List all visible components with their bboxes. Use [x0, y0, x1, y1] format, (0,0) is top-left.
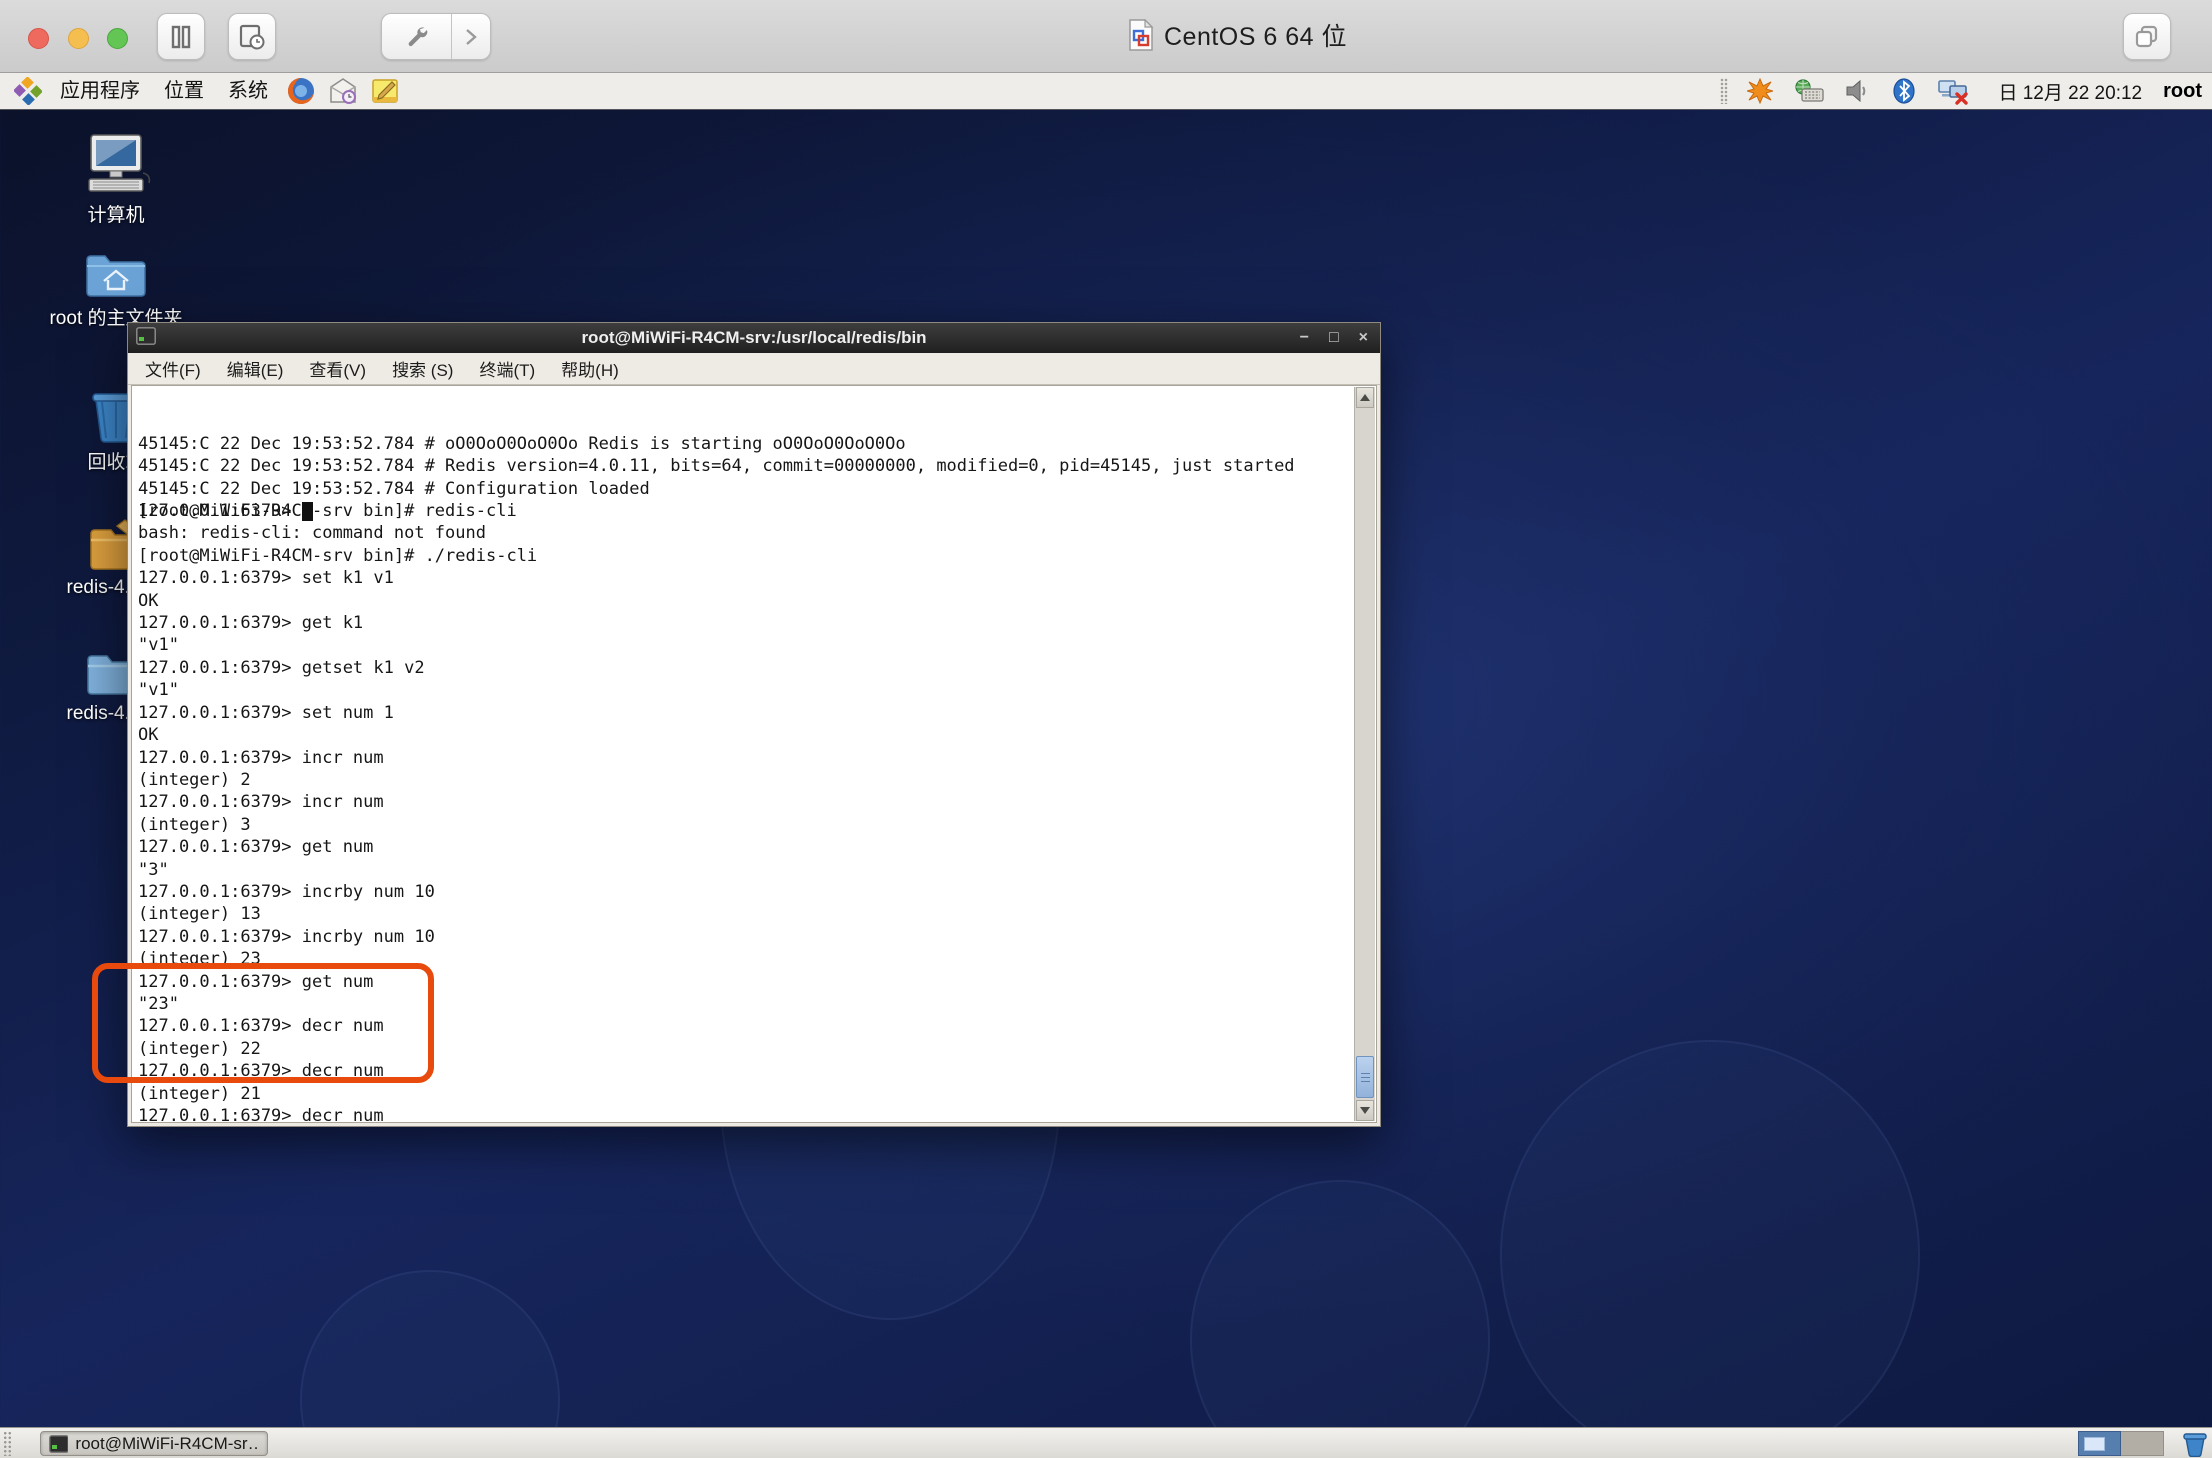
- home-folder-icon: [46, 250, 186, 300]
- terminal-output-line: 127.0.0.1:6379> set k1 v1: [138, 568, 394, 589]
- terminal-menubar: 文件(F) 编辑(E) 查看(V) 搜索 (S) 终端(T) 帮助(H): [128, 353, 1380, 385]
- arrow-down-icon: [1360, 1107, 1370, 1114]
- background-circle: [1190, 1180, 1490, 1458]
- vm-fullscreen-button[interactable]: [2123, 13, 2171, 60]
- menu-system[interactable]: 系统: [216, 73, 280, 109]
- terminal-output-line: "v1": [138, 680, 179, 701]
- chevron-right-icon: [466, 28, 477, 45]
- panel-drag-handle[interactable]: [1720, 78, 1729, 104]
- desktop-icon-computer[interactable]: 计算机: [46, 133, 186, 227]
- terminal-scrollbar[interactable]: [1354, 387, 1375, 1121]
- terminal-output-line: 127.0.0.1:6379> set num 1: [138, 702, 394, 723]
- taskbar-terminal-task[interactable]: root@MiWiFi-R4CM-sr…: [40, 1431, 268, 1456]
- window-close-button[interactable]: ×: [1359, 323, 1368, 353]
- zoom-traffic-light[interactable]: [107, 28, 128, 49]
- desktop-icon-home-folder[interactable]: root 的主文件夹: [46, 250, 186, 330]
- taskbar-task-label: root@MiWiFi-R4CM-sr…: [75, 1433, 259, 1453]
- overlapping-windows-icon: [2135, 25, 2158, 47]
- terminal-output-line: OK: [138, 725, 159, 746]
- terminal-output-line: 127.0.0.1:6379> get k1: [138, 613, 364, 634]
- terminal-menu-item[interactable]: 文件(F): [132, 356, 214, 381]
- vm-snapshot-button[interactable]: [228, 13, 276, 60]
- panel-clock[interactable]: 日 12月 22 20:12: [1998, 78, 2142, 105]
- vm-title-text: CentOS 6 64 位: [1164, 23, 1347, 51]
- bluetooth-icon[interactable]: [1892, 78, 1916, 104]
- scroll-up-button[interactable]: [1356, 387, 1374, 408]
- menu-applications[interactable]: 应用程序: [48, 73, 152, 109]
- terminal-output-line: 45145:C 22 Dec 19:53:52.784 # Configurat…: [138, 478, 650, 499]
- keyboard-layout-icon[interactable]: [1794, 79, 1825, 103]
- terminal-prompt: 127.0.0.1:6379>: [138, 501, 292, 522]
- terminal-output-line: (integer) 2: [138, 769, 251, 790]
- vm-pause-button[interactable]: [157, 13, 205, 60]
- vm-title: CentOS 6 64 位: [1128, 17, 1347, 53]
- arrow-up-icon: [1360, 394, 1370, 401]
- notes-launcher-icon[interactable]: [370, 77, 400, 105]
- terminal-output-line: (integer) 3: [138, 814, 251, 835]
- scrollbar-thumb[interactable]: [1356, 1056, 1374, 1098]
- terminal-icon: [49, 1434, 69, 1453]
- terminal-menu-item[interactable]: 编辑(E): [214, 356, 297, 381]
- taskbar-trash-icon[interactable]: [2182, 1430, 2208, 1458]
- wrench-icon: [408, 26, 427, 46]
- terminal-titlebar[interactable]: root@MiWiFi-R4CM-srv:/usr/local/redis/bi…: [128, 323, 1380, 353]
- panel-user[interactable]: root: [2163, 80, 2202, 103]
- window-maximize-button[interactable]: □: [1329, 323, 1339, 353]
- terminal-menu-item[interactable]: 查看(V): [296, 356, 379, 381]
- taskbar-drag-handle[interactable]: [3, 1431, 12, 1456]
- scroll-down-button[interactable]: [1356, 1100, 1374, 1121]
- desktop-icon-label: 计算机: [87, 205, 145, 226]
- network-status-icon[interactable]: [1937, 77, 1969, 105]
- terminal-output-line: 127.0.0.1:6379> getset k1 v2: [138, 657, 425, 678]
- terminal-menu-item[interactable]: 帮助(H): [548, 356, 632, 381]
- terminal-output-line: "v1": [138, 635, 179, 656]
- workspace-1[interactable]: [2078, 1431, 2121, 1456]
- terminal-cursor: [301, 501, 313, 521]
- updates-icon[interactable]: [1747, 78, 1774, 104]
- vm-document-icon: [1129, 19, 1154, 51]
- terminal-output-line: 127.0.0.1:6379> incr num: [138, 747, 384, 768]
- terminal-output-line: 45145:C 22 Dec 19:53:52.784 # oO0OoO0OoO…: [138, 433, 906, 454]
- terminal-output-line: (integer) 13: [138, 904, 261, 925]
- background-circle: [1500, 1040, 1920, 1458]
- vm-tools-dropdown[interactable]: [452, 28, 490, 46]
- terminal-output-line: 127.0.0.1:6379> incr num: [138, 792, 384, 813]
- terminal-menu-item[interactable]: 搜索 (S): [379, 356, 466, 381]
- annotation-highlight-box: [92, 963, 434, 1083]
- gnome-top-panel: 应用程序 位置 系统 日 12月 22 20:12 root: [0, 73, 2212, 110]
- terminal-output-line: "3": [138, 859, 169, 880]
- terminal-menu-item[interactable]: 终端(T): [466, 356, 548, 381]
- vm-tools-button[interactable]: [381, 13, 491, 60]
- centos-logo-icon[interactable]: [14, 77, 42, 105]
- workspace-2[interactable]: [2121, 1431, 2164, 1456]
- window-minimize-button[interactable]: −: [1300, 323, 1309, 353]
- terminal-output-line: 127.0.0.1:6379> incrby num 10: [138, 926, 435, 947]
- minimize-traffic-light[interactable]: [68, 28, 89, 49]
- email-launcher-icon[interactable]: [328, 77, 358, 105]
- terminal-output-lines: 45145:C 22 Dec 19:53:52.784 # oO0OoO0OoO…: [138, 433, 1350, 1122]
- close-traffic-light[interactable]: [28, 28, 49, 49]
- menu-places[interactable]: 位置: [152, 73, 216, 109]
- terminal-output-line: (integer) 21: [138, 1083, 261, 1104]
- terminal-title: root@MiWiFi-R4CM-srv:/usr/local/redis/bi…: [581, 328, 927, 347]
- terminal-output-line: 127.0.0.1:6379> decr num: [138, 1106, 384, 1122]
- workspace-switcher: [2078, 1431, 2164, 1456]
- snapshot-icon: [239, 24, 265, 49]
- volume-icon[interactable]: [1845, 79, 1871, 103]
- pause-icon: [171, 25, 191, 48]
- terminal-output-line: 45145:C 22 Dec 19:53:52.784 # Redis vers…: [138, 456, 1295, 477]
- firefox-launcher-icon[interactable]: [286, 76, 316, 106]
- terminal-output-line: OK: [138, 590, 159, 611]
- bottom-taskbar: root@MiWiFi-R4CM-sr…: [0, 1427, 2212, 1458]
- terminal-output-line: 127.0.0.1:6379> get num: [138, 837, 374, 858]
- terminal-output-line: 127.0.0.1:6379> incrby num 10: [138, 881, 435, 902]
- terminal-output-line: bash: redis-cli: command not found: [138, 523, 486, 544]
- vm-window-titlebar: CentOS 6 64 位: [0, 0, 2212, 73]
- computer-icon: [46, 133, 186, 197]
- terminal-output-line: [root@MiWiFi-R4CM-srv bin]# ./redis-cli: [138, 545, 538, 566]
